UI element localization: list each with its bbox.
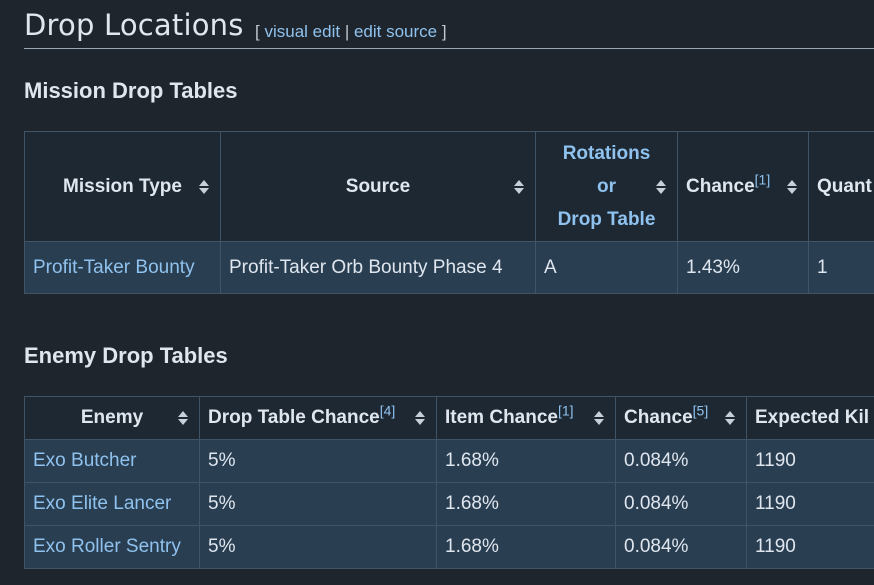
enemy-link[interactable]: Exo Roller Sentry (33, 536, 181, 557)
item-chance-cell: 1.68% (436, 482, 616, 526)
sort-icon[interactable] (786, 179, 798, 195)
mission-drop-table: Mission Type Source Rotations or Drop Ta… (24, 131, 874, 294)
table-row: Exo Butcher 5% 1.68% 0.084% 1190 (24, 439, 874, 483)
sort-icon[interactable] (414, 410, 426, 426)
or-link[interactable]: or (597, 176, 616, 197)
expected-kills-cell: 1190 (746, 482, 874, 526)
col-chance-label: Chance (686, 175, 755, 197)
mission-drop-tables-heading: Mission Drop Tables (24, 78, 238, 103)
chance-cell: 1.43% (677, 241, 809, 294)
col-chance-label: Chance (624, 407, 693, 428)
chance-cell: 0.084% (615, 525, 747, 569)
col-quantity[interactable]: Quant (808, 131, 874, 242)
sort-icon[interactable] (177, 410, 189, 426)
expected-kills-cell: 1190 (746, 525, 874, 569)
col-mission-type-label: Mission Type (63, 175, 182, 197)
rotation-cell: A (535, 241, 678, 294)
col-mission-type[interactable]: Mission Type (24, 131, 221, 242)
col-chance[interactable]: Chance[1] (677, 131, 809, 242)
col-item-chance-label: Item Chance (445, 407, 558, 428)
section-header: Drop Locations [ visual edit | edit sour… (24, 8, 874, 49)
sort-icon[interactable] (593, 410, 605, 426)
edit-links: [ visual edit | edit source ] (255, 22, 447, 42)
drop-table-ref-link[interactable]: [4] (380, 403, 396, 419)
drop-table-chance-cell: 5% (199, 439, 437, 483)
col-drop-table-chance[interactable]: Drop Table Chance[4] (199, 396, 437, 440)
mission-type-link[interactable]: Profit-Taker Bounty (33, 257, 195, 278)
chance-ref-link[interactable]: [1] (755, 171, 771, 187)
edit-bracket-close: ] (441, 22, 447, 41)
col-rotations[interactable]: Rotations or Drop Table (535, 131, 678, 242)
enemy-link[interactable]: Exo Elite Lancer (33, 493, 171, 514)
enemy-drop-tables-heading: Enemy Drop Tables (24, 343, 228, 368)
visual-edit-link[interactable]: visual edit (264, 22, 340, 41)
page: Drop Locations [ visual edit | edit sour… (0, 0, 874, 585)
chance-cell: 0.084% (615, 439, 747, 483)
chance-cell: 0.084% (615, 482, 747, 526)
edit-separator: | (344, 22, 350, 41)
sort-icon[interactable] (655, 179, 667, 195)
col-expected-kills-label: Expected Kil (755, 407, 870, 428)
col-enemy[interactable]: Enemy (24, 396, 200, 440)
source-cell: Profit-Taker Orb Bounty Phase 4 (220, 241, 536, 294)
sort-icon[interactable] (198, 179, 210, 195)
table-row: Exo Roller Sentry 5% 1.68% 0.084% 1190 (24, 525, 874, 569)
sort-icon[interactable] (513, 179, 525, 195)
col-enemy-label: Enemy (80, 407, 144, 428)
table-row: Exo Elite Lancer 5% 1.68% 0.084% 1190 (24, 482, 874, 526)
expected-kills-cell: 1190 (746, 439, 874, 483)
quantity-cell: 1 (808, 241, 874, 294)
enemy-drop-table: Enemy Drop Table Chance[4] Item Chance[1… (24, 396, 874, 569)
table-row: Profit-Taker Bounty Profit-Taker Orb Bou… (24, 241, 874, 294)
drop-table-link[interactable]: Drop Table (558, 209, 656, 230)
edit-bracket-open: [ (255, 22, 260, 41)
col-chance[interactable]: Chance[5] (615, 396, 747, 440)
item-ref-link[interactable]: [1] (558, 403, 574, 419)
chance-ref-link[interactable]: [5] (693, 403, 709, 419)
sort-icon[interactable] (724, 410, 736, 426)
section-title: Drop Locations (24, 8, 244, 42)
col-quantity-label: Quant (817, 175, 872, 197)
rotations-link[interactable]: Rotations (563, 143, 651, 164)
edit-source-link[interactable]: edit source (354, 22, 437, 41)
item-chance-cell: 1.68% (436, 439, 616, 483)
col-item-chance[interactable]: Item Chance[1] (436, 396, 616, 440)
col-expected-kills[interactable]: Expected Kil (746, 396, 874, 440)
col-drop-table-chance-label: Drop Table Chance (208, 407, 380, 428)
drop-table-chance-cell: 5% (199, 525, 437, 569)
drop-table-chance-cell: 5% (199, 482, 437, 526)
col-source-label: Source (345, 175, 411, 197)
col-source[interactable]: Source (220, 131, 536, 242)
enemy-link[interactable]: Exo Butcher (33, 450, 137, 471)
item-chance-cell: 1.68% (436, 525, 616, 569)
